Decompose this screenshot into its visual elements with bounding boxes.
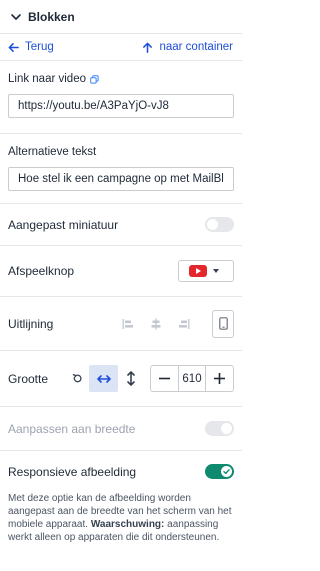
back-link-label: Terug [25, 41, 54, 53]
responsive-description: Met deze optie kan de afbeelding worden … [0, 492, 242, 544]
reset-icon[interactable] [72, 373, 83, 384]
blocks-header[interactable]: Blokken [0, 0, 242, 34]
responsive-label: Responsieve afbeelding [8, 464, 137, 479]
play-button-row: Afspeelknop [0, 246, 242, 297]
size-controls: 610 [72, 365, 234, 392]
play-button-label: Afspeelknop [8, 264, 75, 278]
plus-icon [214, 373, 225, 384]
mobile-phone-icon [218, 317, 228, 330]
increase-button[interactable] [206, 366, 233, 391]
alignment-label: Uitlijning [8, 316, 54, 331]
responsive-toggle[interactable] [205, 464, 234, 479]
copy-icon[interactable] [90, 74, 99, 84]
fit-width-row: Aanpassen aan breedte [0, 407, 242, 451]
toggle-knob [207, 219, 218, 230]
responsive-row: Responsieve afbeelding [0, 451, 242, 492]
navigation-row: Terug naar container [0, 34, 242, 61]
size-value[interactable]: 610 [178, 366, 206, 391]
custom-thumbnail-row: Aangepast miniatuur [0, 204, 242, 246]
horizontal-arrows-icon [96, 374, 111, 383]
play-button-select[interactable] [178, 260, 234, 282]
checkmark-icon [223, 469, 230, 475]
video-link-section: Link naar video https://youtu.be/A3PaYjO… [0, 61, 242, 134]
alignment-row: Uitlijning [0, 297, 242, 351]
vertical-arrows-icon [127, 371, 135, 386]
toggle-knob [221, 466, 232, 477]
align-left-icon[interactable] [122, 318, 134, 330]
custom-thumbnail-toggle[interactable] [205, 217, 234, 232]
warning-label: Waarschuwing: [90, 519, 165, 530]
caret-down-icon [213, 269, 219, 273]
size-label: Grootte [8, 371, 49, 386]
size-row: Grootte 610 [0, 351, 242, 407]
container-link-label: naar container [159, 41, 233, 53]
decrease-button[interactable] [151, 366, 178, 391]
video-link-label-row: Link naar video [8, 73, 234, 85]
toggle-knob [221, 423, 232, 434]
chevron-down-icon [11, 13, 21, 20]
video-link-input[interactable]: https://youtu.be/A3PaYjO-vJ8 [8, 94, 234, 118]
video-link-label: Link naar video [8, 73, 86, 85]
align-center-icon[interactable] [150, 318, 162, 330]
mobile-view-button[interactable] [212, 309, 234, 338]
blocks-title: Blokken [28, 9, 75, 24]
alt-text-input[interactable]: Hoe stel ik een campagne op met MailBl [8, 167, 234, 191]
custom-thumbnail-label: Aangepast miniatuur [8, 217, 119, 232]
arrow-up-icon [143, 42, 153, 53]
back-link[interactable]: Terug [8, 41, 54, 53]
alt-text-label: Alternatieve tekst [8, 146, 97, 158]
youtube-icon [189, 265, 207, 277]
alignment-options [122, 309, 234, 338]
alt-text-section: Alternatieve tekst Hoe stel ik een campa… [0, 134, 242, 204]
fit-width-toggle [205, 421, 234, 436]
minus-icon [159, 377, 170, 380]
align-right-icon[interactable] [178, 318, 190, 330]
width-mode-button[interactable] [89, 365, 118, 392]
height-mode-button[interactable] [121, 365, 141, 392]
fit-width-label: Aanpassen aan breedte [8, 421, 136, 436]
arrow-left-icon [8, 42, 19, 52]
size-stepper: 610 [150, 365, 234, 392]
container-link[interactable]: naar container [142, 41, 233, 53]
